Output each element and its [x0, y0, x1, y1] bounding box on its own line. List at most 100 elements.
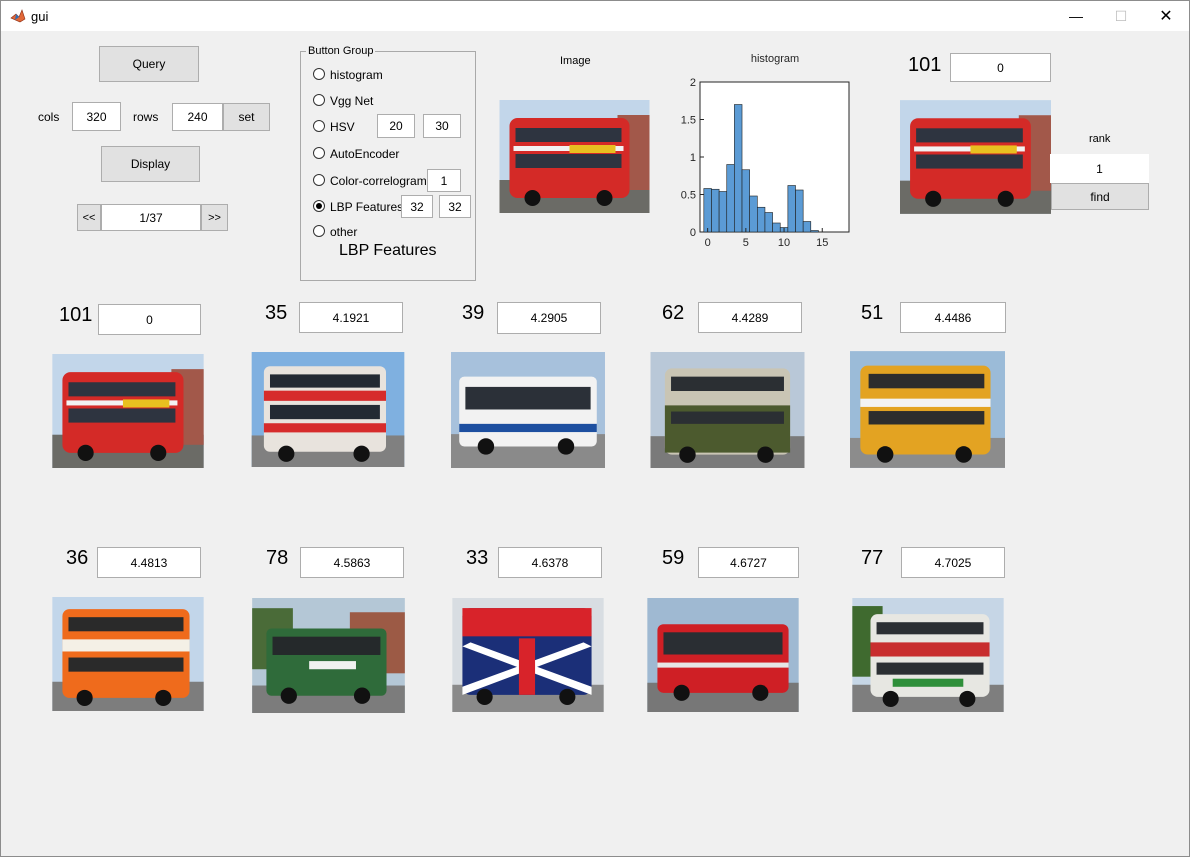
result-image — [647, 598, 799, 712]
histogram-bar — [703, 188, 712, 233]
histogram-bar — [772, 222, 781, 233]
title-bar: gui — ☐ ✕ — [1, 1, 1189, 31]
result-index: 78 — [266, 547, 289, 569]
query-button[interactable]: Query — [99, 46, 199, 82]
prev-page-button[interactable]: << — [77, 204, 101, 231]
radio-hsv[interactable] — [313, 120, 325, 132]
query-image — [499, 100, 650, 213]
result-image — [52, 597, 204, 711]
histogram-bar — [711, 188, 720, 233]
window-title: gui — [31, 9, 49, 24]
page-indicator[interactable]: 1/37 — [101, 204, 201, 231]
histogram-bar — [734, 104, 743, 233]
result-index: 77 — [861, 547, 884, 569]
histogram-bar — [787, 185, 796, 233]
radio-lbp-features-label: LBP Features — [330, 200, 404, 214]
histogram-bar — [726, 164, 735, 233]
histogram-bar — [802, 221, 812, 233]
rows-label: rows — [133, 110, 159, 124]
result-index: 33 — [466, 547, 489, 569]
matlab-icon — [10, 9, 26, 23]
radio-color-correlogram-label: Color-correlogram — [330, 174, 427, 188]
x-tick-label: 15 — [816, 237, 828, 249]
top-match-score[interactable]: 0 — [950, 53, 1051, 82]
maximize-button[interactable]: ☐ — [1098, 1, 1144, 31]
radio-hsv-label: HSV — [330, 120, 355, 134]
result-index: 36 — [66, 547, 89, 569]
result-image — [52, 354, 204, 468]
result-score[interactable]: 4.5863 — [300, 547, 404, 578]
histogram-bar — [757, 206, 766, 233]
histogram-bar — [810, 230, 819, 233]
next-page-button[interactable]: >> — [201, 204, 228, 231]
histogram-bar — [741, 169, 750, 233]
radio-vgg-net-label: Vgg Net — [330, 94, 374, 108]
result-image — [850, 351, 1005, 468]
hsv-param-1[interactable]: 20 — [377, 114, 415, 138]
rows-input[interactable]: 240 — [172, 103, 223, 131]
correlogram-param[interactable]: 1 — [427, 169, 461, 192]
rank-label: rank — [1089, 133, 1111, 145]
result-score[interactable]: 4.7025 — [901, 547, 1005, 578]
result-score[interactable]: 4.6727 — [698, 547, 799, 578]
chart-title: histogram — [751, 53, 799, 65]
result-image — [452, 598, 604, 712]
result-score[interactable]: 4.4486 — [900, 302, 1006, 333]
radio-other-label: other — [330, 225, 358, 239]
result-index: 101 — [59, 304, 93, 326]
query-image-label: Image — [560, 55, 591, 67]
display-button[interactable]: Display — [101, 146, 200, 182]
button-group-title: Button Group — [306, 45, 376, 57]
cols-label: cols — [38, 110, 60, 124]
radio-color-correlogram[interactable] — [313, 174, 325, 186]
histogram-bar — [718, 191, 728, 233]
minimize-button[interactable]: — — [1053, 1, 1099, 31]
radio-histogram[interactable] — [313, 68, 325, 80]
result-score[interactable]: 4.6378 — [498, 547, 602, 578]
radio-histogram-label: histogram — [330, 68, 383, 82]
x-tick-label: 5 — [743, 237, 749, 249]
histogram-bar — [795, 189, 804, 233]
result-score[interactable]: 0 — [98, 304, 201, 335]
find-button[interactable]: find — [1051, 183, 1149, 210]
result-score[interactable]: 4.4813 — [97, 547, 201, 578]
result-image — [650, 352, 805, 468]
result-score[interactable]: 4.4289 — [698, 302, 802, 333]
close-button[interactable]: ✕ — [1143, 1, 1189, 31]
radio-autoencoder-label: AutoEncoder — [330, 147, 400, 161]
y-tick-label: 1.5 — [681, 115, 696, 127]
lbp-param-1[interactable]: 32 — [401, 195, 433, 218]
histogram-bar — [764, 212, 773, 233]
result-image — [852, 598, 1004, 712]
result-image — [251, 352, 405, 467]
result-image — [451, 352, 605, 468]
top-match-index: 101 — [908, 54, 942, 76]
result-index: 59 — [662, 547, 685, 569]
x-tick-label: 0 — [705, 237, 711, 249]
y-tick-label: 2 — [690, 77, 696, 89]
current-method-label: LBP Features — [339, 242, 437, 259]
result-index: 62 — [662, 302, 685, 324]
result-index: 35 — [265, 302, 288, 324]
top-match-image — [900, 100, 1051, 214]
radio-other[interactable] — [313, 225, 325, 237]
cols-input[interactable]: 320 — [72, 102, 121, 131]
rank-input[interactable]: 1 — [1050, 154, 1149, 183]
radio-vgg-net[interactable] — [313, 94, 325, 106]
result-image — [252, 598, 405, 713]
result-index: 51 — [861, 302, 884, 324]
y-tick-label: 0 — [690, 227, 696, 239]
set-button[interactable]: set — [223, 103, 270, 131]
radio-lbp-features[interactable] — [313, 200, 325, 212]
radio-autoencoder[interactable] — [313, 147, 325, 159]
hsv-param-2[interactable]: 30 — [423, 114, 461, 138]
result-index: 39 — [462, 302, 485, 324]
y-tick-label: 0.5 — [681, 190, 696, 202]
lbp-param-2[interactable]: 32 — [439, 195, 471, 218]
histogram-bar — [749, 195, 758, 233]
result-score[interactable]: 4.1921 — [299, 302, 403, 333]
x-tick-label: 10 — [778, 237, 790, 249]
y-tick-label: 1 — [690, 152, 696, 164]
histogram-chart: histogram 0 0.5 1 1.5 2 0 5 10 15 — [681, 53, 850, 249]
result-score[interactable]: 4.2905 — [497, 302, 601, 334]
